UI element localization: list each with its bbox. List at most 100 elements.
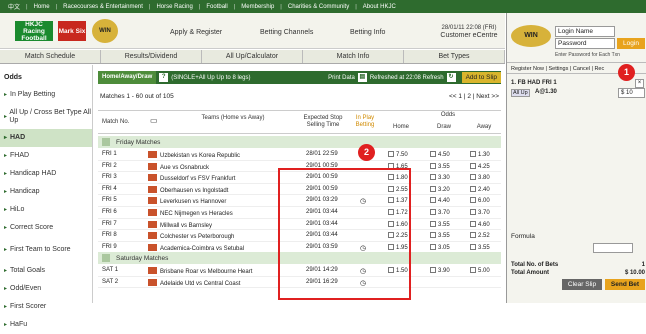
home-odds[interactable]: 1.72 [388,209,408,216]
sidebar-item[interactable]: ▸ HaFu [0,316,92,334]
pagination[interactable]: << 1 | 2 | Next >> [449,93,499,100]
away-odds[interactable]: 6.00 [470,197,490,204]
sidebar-item[interactable]: ▸ All Up / Cross Bet Type All Up [0,104,92,129]
checkbox[interactable] [470,162,476,169]
checkbox[interactable] [470,151,476,157]
checkbox[interactable] [430,232,436,239]
checkbox[interactable] [470,243,476,250]
topbar-link[interactable]: About HKJC [363,4,396,10]
results-dividend-tab[interactable]: Results/Dividend [101,50,202,63]
teams-cell[interactable]: Colchester vs Peterborough [148,232,234,240]
refresh-text[interactable]: Refreshed at 22:08 Refresh [370,75,444,81]
topbar-link[interactable]: Racecourses & Entertainment [63,4,143,10]
checkbox[interactable] [388,232,394,239]
away-odds[interactable]: 3.55 [470,243,490,251]
checkbox[interactable] [470,209,476,215]
print-data-link[interactable]: Print Data [328,75,355,81]
away-odds[interactable]: 3.80 [470,174,490,181]
teams-cell[interactable]: Adelaide Utd vs Central Coast [148,278,240,287]
draw-odds[interactable]: 3.55 [430,232,450,239]
topbar-link[interactable]: Home [34,4,50,10]
home-odds[interactable]: 1.60 [388,220,408,228]
checkbox[interactable] [430,220,436,227]
draw-odds[interactable]: 3.30 [430,174,450,181]
teams-cell[interactable]: Academica-Coimbra vs Setubal [148,243,244,252]
teams-cell[interactable]: Aue vs Osnabruck [148,162,209,171]
checkbox[interactable] [470,232,476,239]
login-button[interactable]: Login [617,38,645,49]
topbar-link[interactable]: Membership [241,4,274,10]
remember-password-label[interactable]: Enter Password for Each Txn [555,52,620,58]
customer-ecentre-link[interactable]: Customer eCentre [434,32,504,40]
sidebar-item[interactable]: ▸ Total Goals [0,262,92,280]
teams-cell[interactable]: Brisbane Roar vs Melbourne Heart [148,267,252,275]
checkbox[interactable] [388,151,394,157]
allup-checkbox[interactable]: All Up [511,89,530,97]
sidebar-item[interactable]: ▸ HAD [0,129,92,147]
checkbox[interactable] [388,197,394,204]
mark-six-logo[interactable]: Mark Six [58,21,86,41]
print-icon[interactable]: ▤ [357,73,367,82]
login-name-input[interactable]: Login Name [555,26,615,37]
checkbox[interactable] [388,209,394,215]
checkbox[interactable] [388,220,394,227]
sidebar-item[interactable]: ▸ Correct Score [0,219,92,237]
draw-odds[interactable]: 3.05 [430,243,450,251]
sidebar-item[interactable]: ▸ Handicap HAD [0,165,92,183]
checkbox[interactable] [430,151,436,157]
sidebar-item[interactable]: ▸ Handicap [0,183,92,201]
home-odds[interactable]: 1.37 [388,197,408,204]
home-odds[interactable]: 1.50 [388,267,408,274]
home-odds[interactable]: 1.80 [388,174,408,181]
away-odds[interactable]: 2.40 [470,185,490,193]
checkbox[interactable] [430,267,436,273]
away-odds[interactable]: 3.70 [470,209,490,216]
match-schedule-tab[interactable]: Match Schedule [0,50,101,63]
collapse-icon[interactable] [102,138,110,146]
checkbox[interactable] [388,267,394,273]
checkbox[interactable] [388,174,394,181]
checkbox[interactable] [430,209,436,215]
checkbox[interactable] [430,174,436,181]
add-to-slip-button[interactable]: Add to Slip [461,72,501,83]
draw-odds[interactable]: 3.20 [430,185,450,193]
sidebar-item[interactable]: ▸ First Scorer [0,298,92,316]
teams-cell[interactable]: Dusseldorf vs FSV Frankfurt [148,174,235,182]
checkbox[interactable] [430,197,436,204]
draw-odds[interactable]: 3.70 [430,209,450,216]
checkbox[interactable] [388,185,394,192]
draw-odds[interactable]: 3.90 [430,267,450,274]
teams-cell[interactable]: Uzbekistan vs Korea Republic [148,151,240,159]
teams-cell[interactable]: Oberhausen vs Ingolstadt [148,185,228,194]
home-odds[interactable]: 1.65 [388,162,408,170]
checkbox[interactable] [470,197,476,204]
away-odds[interactable]: 1.30 [470,151,490,158]
checkbox[interactable] [388,243,394,250]
password-input[interactable]: Password [555,38,615,49]
away-odds[interactable]: 2.52 [470,232,490,239]
refresh-icon[interactable]: ↻ [446,73,456,82]
draw-odds[interactable]: 3.55 [430,220,450,228]
teams-cell[interactable]: Millwall vs Barnsley [148,220,212,229]
home-odds[interactable]: 7.50 [388,151,408,158]
clear-slip-button[interactable]: Clear Slip [562,279,602,290]
checkbox[interactable] [470,267,476,273]
formula-select[interactable] [593,243,633,253]
sidebar-item[interactable]: ▸ HiLo [0,201,92,219]
bet-types-tab[interactable]: Bet Types [404,50,505,63]
help-icon[interactable]: ? [159,73,169,82]
send-bet-button[interactable]: Send Bet [605,279,645,290]
home-odds[interactable]: 2.55 [388,185,408,193]
checkbox[interactable] [470,174,476,181]
checkbox[interactable] [430,162,436,169]
checkbox[interactable] [470,220,476,227]
racing-football-logo[interactable]: HKJC Racing Football [15,21,53,42]
draw-odds[interactable]: 4.50 [430,151,450,158]
match-info-tab[interactable]: Match Info [303,50,404,63]
away-odds[interactable]: 5.00 [470,267,490,274]
teams-cell[interactable]: Leverkusen vs Hannover [148,197,226,205]
away-odds[interactable]: 4.25 [470,162,490,170]
topbar-link[interactable]: Charities & Community [288,4,349,10]
checkbox[interactable] [470,185,476,192]
betting-channels-link[interactable]: Betting Channels [260,29,313,36]
